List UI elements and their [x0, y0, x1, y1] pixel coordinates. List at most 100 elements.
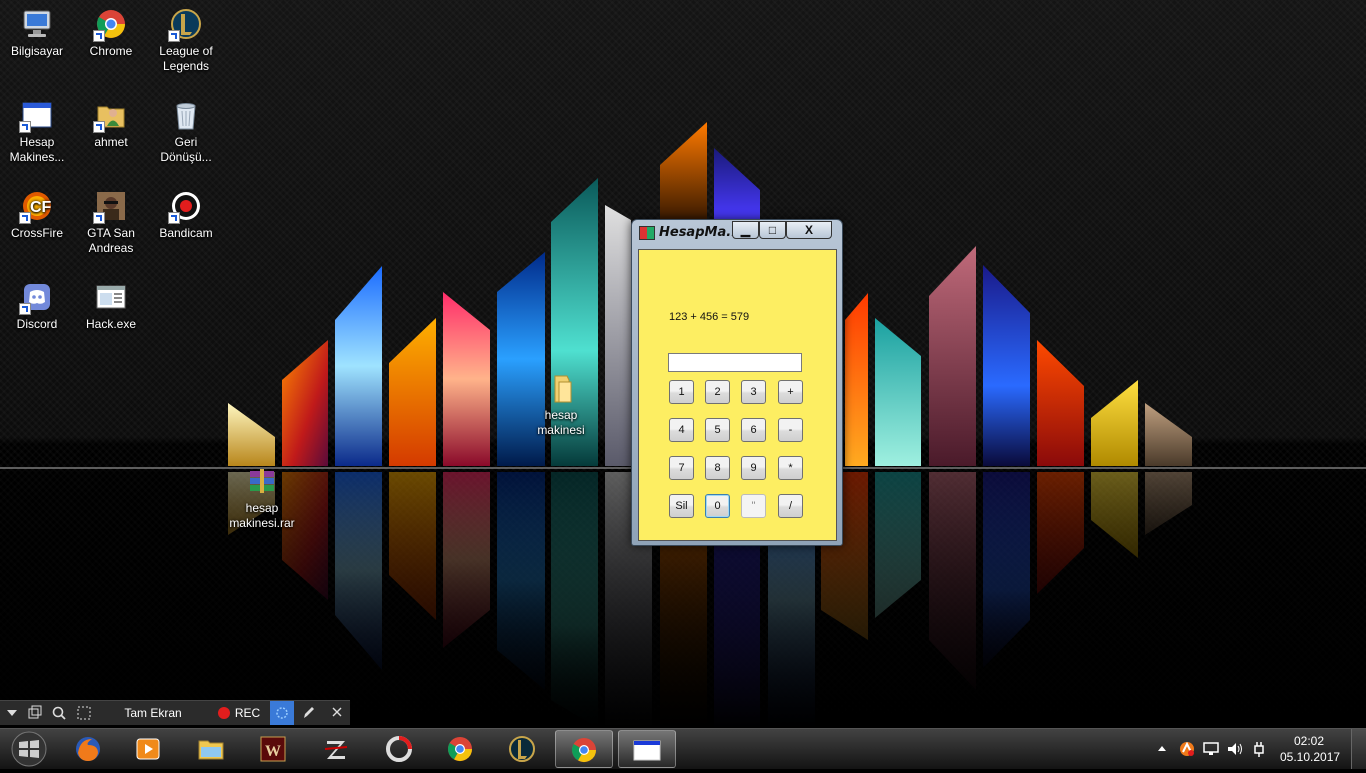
multiply-button[interactable]: *	[778, 456, 803, 480]
desktop-icon-label: Hack.exe	[85, 317, 137, 331]
key-3-button[interactable]: 3	[741, 380, 766, 404]
shortcut-arrow-icon	[168, 212, 180, 224]
taskbar-wolfteam[interactable]: W	[245, 730, 303, 768]
crossfire-icon: CF	[19, 190, 53, 224]
clock[interactable]: 02:02 05.10.2017	[1280, 733, 1341, 765]
desktop-icon-chrome[interactable]: Chrome	[74, 8, 148, 59]
key-4-button[interactable]: 4	[669, 418, 694, 442]
desktop-icon-hesap-makinesi[interactable]: Hesap Makines...	[0, 99, 74, 165]
maximize-button[interactable]: □	[759, 221, 786, 239]
bandicam-toolbar: Tam Ekran REC	[0, 700, 350, 725]
taskbar-league-of-legends[interactable]	[494, 730, 552, 768]
folder-icon	[545, 372, 577, 404]
minus-button[interactable]: -	[778, 418, 803, 442]
recycle-bin-icon	[170, 99, 202, 131]
desktop-icon-computer[interactable]: Bilgisayar	[0, 8, 74, 59]
desktop-icon-label: Geri Dönüşü...	[160, 135, 212, 164]
desktop-icon-label: Discord	[16, 317, 58, 331]
desktop-icon-label: GTA San Andreas	[87, 226, 135, 255]
record-label: REC	[234, 706, 261, 720]
desktop-icon-bandicam[interactable]: Bandicam	[149, 190, 223, 241]
start-button[interactable]	[4, 730, 54, 768]
dropdown-arrow-icon[interactable]	[2, 701, 22, 725]
shortcut-arrow-icon	[93, 121, 105, 133]
desktop-icon-label: hesap makinesi.rar	[229, 501, 295, 530]
record-dot-icon	[217, 706, 230, 719]
taskbar-chrome[interactable]	[432, 730, 490, 768]
volume-icon[interactable]	[1226, 740, 1244, 763]
desktop-icon-league-of-legends[interactable]: League of Legends	[149, 8, 223, 74]
taskbar-chrome-window[interactable]	[555, 730, 613, 768]
winrar-archive-icon	[246, 465, 278, 497]
clock-date: 05.10.2017	[1280, 750, 1341, 764]
window-mode-icon[interactable]	[24, 701, 46, 725]
desktop-icon-hesap-makinesi-rar[interactable]: hesap makinesi.rar	[225, 465, 299, 531]
chrome-icon	[93, 8, 127, 42]
desktop-icon-gta-san-andreas[interactable]: GTA San Andreas	[74, 190, 148, 256]
calculator-window[interactable]: HesapMa... ▁ □ X 123 + 456 = 579 1 2 3 +…	[631, 219, 843, 546]
desktop-icon-label: ahmet	[94, 135, 128, 149]
desktop-icon-hesap-makinesi-folder[interactable]: hesap makinesi	[524, 372, 598, 438]
avast-icon[interactable]	[1178, 740, 1196, 763]
taskbar-obs[interactable]	[371, 730, 429, 768]
desktop-icon-ahmet[interactable]: ahmet	[74, 99, 148, 150]
clear-button[interactable]: Sil	[669, 494, 694, 518]
taskbar-hesap-makinesi[interactable]	[618, 730, 676, 768]
taskbar: W 02:02 05.10.2017	[0, 728, 1366, 769]
taskbar-zula[interactable]	[308, 730, 366, 768]
record-button[interactable]: REC	[208, 701, 270, 725]
calculation-result-label: 123 + 456 = 579	[669, 311, 750, 323]
shortcut-arrow-icon	[93, 30, 105, 42]
show-desktop-button[interactable]	[1351, 729, 1366, 769]
calculator-app-icon	[639, 226, 655, 240]
minimize-button[interactable]: ▁	[732, 221, 759, 239]
desktop-icon-label: hesap makinesi	[537, 408, 585, 437]
key-6-button[interactable]: 6	[741, 418, 766, 442]
select-area-icon[interactable]	[72, 701, 96, 725]
desktop-icon-recycle-bin[interactable]: Geri Dönüşü...	[149, 99, 223, 165]
computer-icon	[21, 8, 53, 40]
shortcut-arrow-icon	[168, 30, 180, 42]
search-icon[interactable]	[48, 701, 70, 725]
quote-button[interactable]: "	[741, 494, 766, 518]
plus-button[interactable]: +	[778, 380, 803, 404]
desktop-icon-label: Hesap Makines...	[9, 135, 65, 164]
desktop-icon-discord[interactable]: Discord	[0, 281, 74, 332]
discord-icon	[19, 281, 53, 315]
key-9-button[interactable]: 9	[741, 456, 766, 480]
key-5-button[interactable]: 5	[705, 418, 730, 442]
key-7-button[interactable]: 7	[669, 456, 694, 480]
taskbar-explorer[interactable]	[183, 730, 241, 768]
desktop-icon-label: CrossFire	[10, 226, 63, 240]
show-hidden-icons-icon[interactable]	[1156, 739, 1168, 764]
chrome-icon	[447, 737, 472, 762]
desktop-icon-crossfire[interactable]: CF CrossFire	[0, 190, 74, 241]
desktop-icon-hack-exe[interactable]: Hack.exe	[74, 281, 148, 332]
obs-icon	[386, 736, 412, 762]
user-folder-icon	[93, 99, 127, 133]
divide-button[interactable]: /	[778, 494, 803, 518]
close-button[interactable]: X	[786, 221, 832, 239]
gta-san-andreas-icon	[93, 190, 127, 224]
application-window-icon	[19, 99, 53, 133]
key-2-button[interactable]: 2	[705, 380, 730, 404]
svg-text:CF: CF	[30, 199, 52, 216]
power-plug-icon[interactable]	[1250, 740, 1268, 763]
calculator-input-field[interactable]	[668, 353, 802, 372]
wolfteam-icon: W	[260, 736, 286, 762]
calculator-titlebar[interactable]: HesapMa... ▁ □ X	[632, 220, 842, 244]
desktop-icon-label: Chrome	[89, 44, 133, 58]
pencil-icon[interactable]	[298, 701, 320, 725]
fullscreen-mode-label[interactable]: Tam Ekran	[112, 701, 194, 725]
key-1-button[interactable]: 1	[669, 380, 694, 404]
key-8-button[interactable]: 8	[705, 456, 730, 480]
capture-settings-icon[interactable]	[270, 701, 294, 725]
desktop-icon-label: League of Legends	[159, 44, 213, 73]
key-0-button[interactable]: 0	[705, 494, 730, 518]
network-icon[interactable]	[1202, 740, 1220, 763]
taskbar-media-player[interactable]	[120, 730, 178, 768]
system-tray: 02:02 05.10.2017	[1150, 729, 1366, 769]
close-icon[interactable]	[326, 701, 348, 725]
taskbar-firefox[interactable]	[60, 730, 118, 768]
zula-icon	[324, 741, 348, 759]
